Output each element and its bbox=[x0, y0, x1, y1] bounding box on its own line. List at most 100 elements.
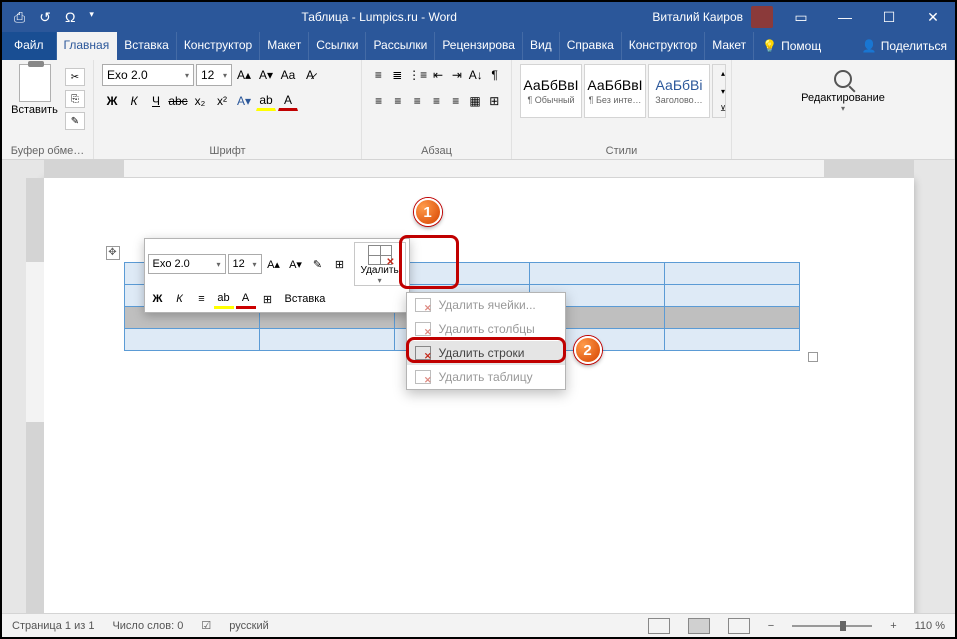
tab-table-design[interactable]: Конструктор bbox=[622, 32, 705, 60]
copy-icon[interactable]: ⎘ bbox=[65, 90, 85, 108]
subscript-icon[interactable]: x₂ bbox=[190, 91, 210, 111]
show-marks-icon[interactable]: ¶ bbox=[486, 65, 503, 85]
justify-icon[interactable]: ≡ bbox=[428, 91, 445, 111]
text-effects-icon[interactable]: A▾ bbox=[234, 91, 254, 111]
ruler-vertical[interactable] bbox=[26, 178, 44, 613]
multilevel-icon[interactable]: ⋮≡ bbox=[408, 65, 428, 85]
group-paragraph: ≡ ≣ ⋮≡ ⇤ ⇥ A↓ ¶ ≡ ≡ ≡ ≡ ≡ ▦ ⊞ Абзац bbox=[362, 60, 512, 159]
tab-home[interactable]: Главная bbox=[57, 32, 118, 60]
paste-button[interactable]: Вставить bbox=[10, 64, 59, 116]
editing-button[interactable]: Редактирование ▾ bbox=[798, 64, 888, 113]
mini-bold-icon[interactable]: Ж bbox=[148, 289, 168, 309]
status-proof-icon[interactable]: ☑ bbox=[201, 619, 211, 632]
ruler-horizontal[interactable] bbox=[44, 160, 914, 178]
tab-file[interactable]: Файл bbox=[2, 32, 57, 60]
save-icon[interactable]: ⎙ bbox=[14, 9, 25, 26]
mini-italic-icon[interactable]: К bbox=[170, 289, 190, 309]
tell-me[interactable]: 💡Помощ bbox=[754, 32, 829, 60]
underline-icon[interactable]: Ч bbox=[146, 91, 166, 111]
tab-design[interactable]: Конструктор bbox=[177, 32, 260, 60]
mini-insert-button[interactable]: Вставка bbox=[280, 290, 331, 308]
status-words[interactable]: Число слов: 0 bbox=[112, 620, 183, 632]
shrink-font-icon[interactable]: A▾ bbox=[256, 65, 276, 85]
menu-delete-rows[interactable]: ✕Удалить строки bbox=[407, 341, 565, 365]
status-language[interactable]: русский bbox=[229, 620, 268, 632]
italic-icon[interactable]: К bbox=[124, 91, 144, 111]
styles-more-icon[interactable]: ⊻ bbox=[713, 100, 733, 117]
mini-size-combo[interactable]: 12▾ bbox=[228, 254, 262, 274]
line-spacing-icon[interactable]: ≡ bbox=[447, 91, 464, 111]
tab-references[interactable]: Ссылки bbox=[309, 32, 366, 60]
align-center-icon[interactable]: ≡ bbox=[389, 91, 406, 111]
cut-icon[interactable]: ✂ bbox=[65, 68, 85, 86]
tab-help[interactable]: Справка bbox=[560, 32, 622, 60]
view-print-icon[interactable] bbox=[688, 618, 710, 634]
font-size-combo[interactable]: 12▾ bbox=[196, 64, 232, 86]
zoom-in-icon[interactable]: + bbox=[890, 620, 896, 632]
mini-borders-icon[interactable]: ⊞ bbox=[258, 289, 278, 309]
undo-icon[interactable]: ↺ bbox=[39, 9, 51, 26]
view-web-icon[interactable] bbox=[728, 618, 750, 634]
styles-down-icon[interactable]: ▾ bbox=[713, 83, 733, 100]
mini-format-painter-icon[interactable]: ✎ bbox=[308, 254, 328, 274]
font-color-icon[interactable]: A bbox=[278, 91, 298, 111]
styles-up-icon[interactable]: ▴ bbox=[713, 65, 733, 82]
ribbon: Вставить ✂ ⎘ ✎ Буфер обме… Exo 2.0▾ 12▾ … bbox=[2, 60, 955, 160]
ribbon-options-icon[interactable]: ▭ bbox=[779, 9, 823, 26]
qat-dropdown-icon[interactable]: ▾ bbox=[89, 9, 94, 26]
bullets-icon[interactable]: ≡ bbox=[370, 65, 387, 85]
clear-format-icon[interactable]: A̷ bbox=[300, 65, 320, 85]
borders-icon[interactable]: ⊞ bbox=[486, 91, 503, 111]
tab-insert[interactable]: Вставка bbox=[117, 32, 177, 60]
menu-delete-columns[interactable]: ✕Удалить столбцы bbox=[407, 317, 565, 341]
mini-align-icon[interactable]: ≡ bbox=[192, 289, 212, 309]
align-left-icon[interactable]: ≡ bbox=[370, 91, 387, 111]
group-font: Exo 2.0▾ 12▾ A▴ A▾ Aa A̷ Ж К Ч abc x₂ x²… bbox=[94, 60, 362, 159]
zoom-slider[interactable] bbox=[792, 625, 872, 627]
numbering-icon[interactable]: ≣ bbox=[389, 65, 406, 85]
indent-inc-icon[interactable]: ⇥ bbox=[448, 65, 465, 85]
close-button[interactable]: ✕ bbox=[911, 9, 955, 26]
align-right-icon[interactable]: ≡ bbox=[409, 91, 426, 111]
view-read-icon[interactable] bbox=[648, 618, 670, 634]
zoom-out-icon[interactable]: − bbox=[768, 620, 774, 632]
symbol-icon[interactable]: Ω bbox=[65, 9, 75, 26]
format-painter-icon[interactable]: ✎ bbox=[65, 112, 85, 130]
indent-dec-icon[interactable]: ⇤ bbox=[430, 65, 447, 85]
grow-font-icon[interactable]: A▴ bbox=[234, 65, 254, 85]
mini-highlight-icon[interactable]: ab bbox=[214, 289, 234, 309]
tab-mailings[interactable]: Рассылки bbox=[366, 32, 435, 60]
shading-icon[interactable]: ▦ bbox=[466, 91, 483, 111]
mini-table-icon[interactable]: ⊞ bbox=[330, 254, 350, 274]
zoom-level[interactable]: 110 % bbox=[915, 620, 945, 632]
font-combo[interactable]: Exo 2.0▾ bbox=[102, 64, 194, 86]
style-nospacing[interactable]: АаБбВвІ¶ Без инте… bbox=[584, 64, 646, 118]
mini-font-color-icon[interactable]: A bbox=[236, 289, 256, 309]
tab-review[interactable]: Рецензирова bbox=[435, 32, 523, 60]
tab-table-layout[interactable]: Макет bbox=[705, 32, 754, 60]
bold-icon[interactable]: Ж bbox=[102, 91, 122, 111]
share-button[interactable]: 👤Поделиться bbox=[854, 32, 955, 60]
sort-icon[interactable]: A↓ bbox=[467, 65, 484, 85]
style-heading[interactable]: АаБбВіЗаголово… bbox=[648, 64, 710, 118]
status-page[interactable]: Страница 1 из 1 bbox=[12, 620, 94, 632]
mini-grow-font-icon[interactable]: A▴ bbox=[264, 254, 284, 274]
menu-delete-cells[interactable]: ✕Удалить ячейки... bbox=[407, 293, 565, 317]
user-area[interactable]: Виталий Каиров bbox=[652, 6, 779, 28]
mini-font-combo[interactable]: Exo 2.0▾ bbox=[148, 254, 226, 274]
superscript-icon[interactable]: x² bbox=[212, 91, 232, 111]
minimize-button[interactable]: — bbox=[823, 9, 867, 25]
avatar[interactable] bbox=[751, 6, 773, 28]
mini-delete-button[interactable]: ✕ Удалить ▾ bbox=[354, 242, 406, 286]
style-normal[interactable]: АаБбВвІ¶ Обычный bbox=[520, 64, 582, 118]
mini-shrink-font-icon[interactable]: A▾ bbox=[286, 254, 306, 274]
strike-icon[interactable]: abc bbox=[168, 91, 188, 111]
page[interactable]: ✥ Exo 2.0▾ 12▾ A▴ A▾ ✎ ⊞ ✕ Удалить ▾ bbox=[44, 178, 914, 613]
table-move-handle[interactable]: ✥ bbox=[106, 246, 120, 260]
change-case-icon[interactable]: Aa bbox=[278, 65, 298, 85]
menu-delete-table[interactable]: ✕Удалить таблицу bbox=[407, 365, 565, 389]
tab-view[interactable]: Вид bbox=[523, 32, 560, 60]
maximize-button[interactable]: ☐ bbox=[867, 9, 911, 26]
tab-layout[interactable]: Макет bbox=[260, 32, 309, 60]
highlight-icon[interactable]: ab bbox=[256, 91, 276, 111]
